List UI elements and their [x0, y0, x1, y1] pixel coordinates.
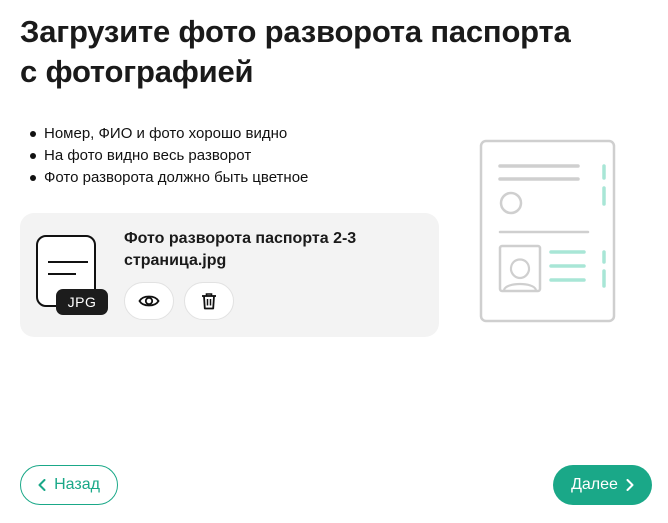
back-button-label: Назад	[54, 476, 100, 493]
delete-file-button[interactable]	[184, 282, 234, 320]
page-title-line-1: Загрузите фото разворота паспорта	[20, 14, 571, 49]
back-button[interactable]: Назад	[20, 465, 118, 505]
requirements-list: Номер, ФИО и фото хорошо видно На фото в…	[28, 123, 308, 189]
chevron-right-icon	[626, 479, 634, 491]
eye-icon	[138, 295, 160, 307]
view-file-button[interactable]	[124, 282, 174, 320]
next-button[interactable]: Далее	[553, 465, 652, 505]
requirement-item: На фото видно весь разворот	[28, 145, 308, 167]
trash-icon	[202, 293, 216, 310]
next-button-label: Далее	[571, 476, 618, 493]
requirement-item: Фото разворота должно быть цветное	[28, 167, 308, 189]
file-name-line-1: Фото разворота паспорта 2-3	[124, 230, 357, 247]
file-type-badge: JPG	[56, 289, 108, 315]
uploaded-file-card: JPG Фото разворота паспорта 2-3 страница…	[20, 213, 439, 337]
file-name: Фото разворота паспорта 2-3 страница.jpg	[124, 228, 424, 272]
passport-spread-illustration	[479, 139, 616, 323]
requirement-item: Номер, ФИО и фото хорошо видно	[28, 123, 308, 145]
page-title-line-2: с фотографией	[20, 54, 254, 89]
file-name-line-2: страница.jpg	[124, 252, 227, 269]
chevron-left-icon	[38, 479, 46, 491]
page-title: Загрузите фото разворота паспорта с фотог…	[20, 12, 620, 92]
